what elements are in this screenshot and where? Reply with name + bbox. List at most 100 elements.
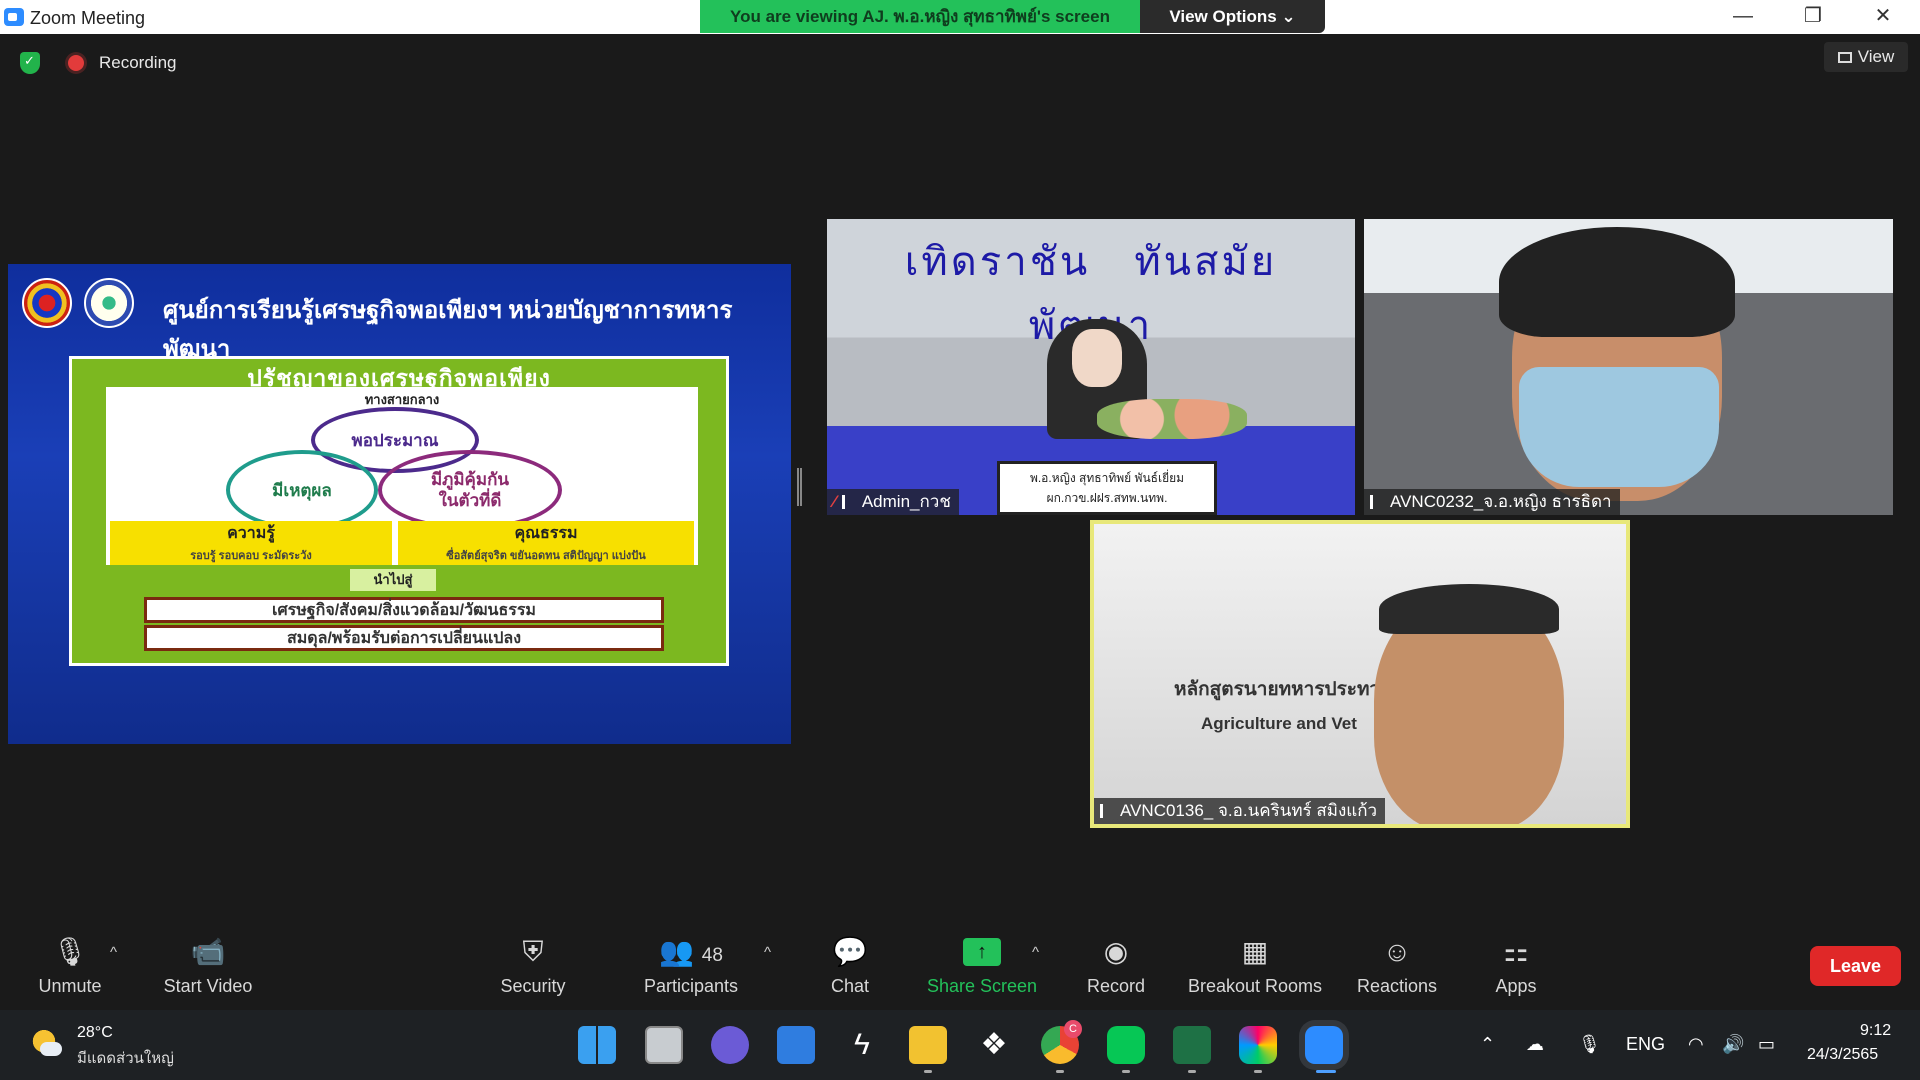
battery-icon[interactable]: ▭ xyxy=(1758,1034,1775,1055)
running-indicator xyxy=(1056,1070,1064,1073)
windows-taskbar: 28°C มีแดดส่วนใหญ่ ϟ ❖ C ⌃ ☁ 🎙 ENG ◠ 🔊 ▭… xyxy=(0,1010,1920,1080)
mic-muted-icon: 🎙 xyxy=(52,936,88,967)
task-view-icon[interactable] xyxy=(645,1026,683,1064)
participant-name: AVNC0136_ จ.อ.นครินทร์ สมิงแก้ว xyxy=(1120,801,1378,820)
window-title: Zoom Meeting xyxy=(30,8,146,28)
start-menu-icon[interactable] xyxy=(578,1026,616,1064)
volume-icon[interactable]: 🔊 xyxy=(1722,1034,1744,1055)
chrome-profile-badge: C xyxy=(1064,1020,1082,1038)
close-button[interactable]: ✕ xyxy=(1850,0,1916,34)
audio-options-caret[interactable]: ^ xyxy=(110,944,117,961)
clock-time[interactable]: 9:12 xyxy=(1860,1022,1891,1040)
outcome-1: เศรษฐกิจ/สังคม/สิ่งแวดล้อม/วัฒนธรรม xyxy=(144,597,664,623)
chat-label: Chat xyxy=(830,976,870,996)
participants-count: 48 xyxy=(701,945,723,966)
participants-icon: 👥 48 xyxy=(659,936,723,967)
background-title-en: Agriculture and Vet xyxy=(1201,714,1357,733)
record-label: Record xyxy=(1086,976,1146,996)
photos-icon[interactable] xyxy=(1239,1026,1277,1064)
running-indicator xyxy=(1254,1070,1262,1073)
running-indicator xyxy=(924,1070,932,1073)
participants-button[interactable]: 👥 48 Participants xyxy=(636,934,746,997)
apps-icon: ⚏ xyxy=(1503,936,1529,967)
running-indicator xyxy=(1122,1070,1130,1073)
weather-description[interactable]: มีแดดส่วนใหญ่ xyxy=(77,1046,174,1070)
desk-nameplate: พ.อ.หญิง สุทธาทิพย์ พันธ์เยี่ยม ผก.กวข.ฝ… xyxy=(997,461,1217,515)
title-bar: Zoom Meeting You are viewing AJ. พ.อ.หญิ… xyxy=(0,0,1920,34)
share-screen-arrow-icon: ↑ xyxy=(963,938,1001,966)
file-explorer-icon[interactable] xyxy=(909,1026,947,1064)
immunity-line1: มีภูมิคุ้มกัน xyxy=(430,470,510,489)
record-icon: ◉ xyxy=(1103,936,1129,967)
participant-name-label: ⁄ Admin_กวช xyxy=(827,489,959,515)
reactions-button[interactable]: ☺ Reactions xyxy=(1352,934,1442,997)
language-indicator[interactable]: ENG xyxy=(1626,1034,1665,1055)
weather-sun-cloud-icon[interactable] xyxy=(32,1030,62,1058)
unmute-button[interactable]: 🎙 Unmute xyxy=(30,934,110,997)
excel-icon[interactable] xyxy=(1173,1026,1211,1064)
dropbox-icon[interactable]: ❖ xyxy=(975,1026,1013,1064)
show-hidden-icons-chevron[interactable]: ⌃ xyxy=(1480,1034,1495,1055)
participants-label: Participants xyxy=(643,976,739,996)
slide-diagram: ทางสายกลาง พอประมาณ มีเหตุผล มีภูมิคุ้มก… xyxy=(106,387,698,565)
participant-hair xyxy=(1379,584,1559,634)
start-video-button[interactable]: 📹 Start Video xyxy=(158,934,258,997)
zoom-taskbar-icon[interactable] xyxy=(1305,1026,1343,1064)
knowledge-title: ความรู้ xyxy=(227,525,275,542)
virtue-title: คุณธรรม xyxy=(514,525,578,542)
share-screen-label: Share Screen xyxy=(926,976,1038,996)
participant-name-label: AVNC0136_ จ.อ.นครินทร์ สมิงแก้ว xyxy=(1094,798,1386,824)
minimize-button[interactable]: — xyxy=(1710,0,1776,34)
weather-temperature[interactable]: 28°C xyxy=(77,1024,113,1042)
grid-icon xyxy=(1837,52,1852,63)
video-tile-avnc0136-active-speaker[interactable]: หลักสูตรนายทหารประทวน Agriculture and Ve… xyxy=(1090,520,1630,828)
apps-label: Apps xyxy=(1495,976,1537,996)
zoom-app-icon xyxy=(4,8,24,26)
line-app-icon[interactable] xyxy=(1107,1026,1145,1064)
pin-icon xyxy=(1100,804,1110,818)
face-mask xyxy=(1519,367,1719,487)
app-lightning-icon[interactable]: ϟ xyxy=(843,1026,881,1064)
microphone-icon[interactable]: 🎙 xyxy=(1578,1034,1601,1055)
reason-circle: มีเหตุผล xyxy=(226,450,378,530)
smiley-add-icon: ☺ xyxy=(1382,936,1412,967)
breakout-rooms-button[interactable]: ▦ Breakout Rooms xyxy=(1185,934,1325,997)
participants-options-caret[interactable]: ^ xyxy=(764,944,771,961)
unit-logo-right xyxy=(84,278,134,328)
chat-button[interactable]: 💬 Chat xyxy=(820,934,880,997)
apps-button[interactable]: ⚏ Apps xyxy=(1488,934,1544,997)
onedrive-cloud-icon[interactable]: ☁ xyxy=(1526,1034,1544,1055)
view-options-button[interactable]: View Options ⌄ xyxy=(1140,0,1325,33)
video-tile-admin[interactable]: เทิดราชัน ทันสมัย พัฒนา พ.อ.หญิง สุทธาทิ… xyxy=(827,219,1355,515)
virtue-sub: ซื่อสัตย์สุจริต ขยันอดทน สติปัญญา แบ่งปั… xyxy=(446,550,646,562)
start-video-label: Start Video xyxy=(163,976,253,996)
virtue-box: คุณธรรม ซื่อสัตย์สุจริต ขยันอดทน สติปัญญ… xyxy=(398,521,694,565)
view-button[interactable]: View xyxy=(1824,42,1908,72)
video-tile-avnc0232[interactable]: AVNC0232_จ.อ.หญิง ธารธิดา xyxy=(1364,219,1893,515)
shared-screen[interactable]: ศูนย์การเรียนรู้เศรษฐกิจพอเพียงฯ หน่วยบั… xyxy=(8,264,791,744)
immunity-circle: มีภูมิคุ้มกัน ในตัวที่ดี xyxy=(378,450,562,530)
restore-button[interactable]: ❐ xyxy=(1780,0,1846,34)
nameplate-line2: ผก.กวข.ฝฝร.สทพ.นทพ. xyxy=(1046,491,1168,505)
security-shield-icon[interactable] xyxy=(20,52,40,74)
wifi-icon[interactable]: ◠ xyxy=(1688,1034,1704,1055)
background-title-th: หลักสูตรนายทหารประทวน xyxy=(1174,679,1394,700)
clock-date[interactable]: 24/3/2565 xyxy=(1807,1046,1878,1064)
outcome-2: สมดุล/พร้อมรับต่อการเปลี่ยนแปลง xyxy=(144,625,664,651)
mail-icon[interactable] xyxy=(777,1026,815,1064)
reactions-label: Reactions xyxy=(1356,976,1438,996)
participant-name: Admin_กวช xyxy=(861,492,951,511)
breakout-rooms-label: Breakout Rooms xyxy=(1187,976,1323,996)
leads-to-label: นำไปสู่ xyxy=(350,569,436,591)
knowledge-sub: รอบรู้ รอบคอบ ระมัดระวัง xyxy=(190,550,312,562)
teams-chat-icon[interactable] xyxy=(711,1026,749,1064)
unit-logo-left xyxy=(22,278,72,328)
share-options-caret[interactable]: ^ xyxy=(1032,944,1039,961)
leave-button[interactable]: Leave xyxy=(1810,946,1901,986)
split-divider-handle[interactable] xyxy=(797,468,802,506)
share-screen-button[interactable]: ↑ Share Screen xyxy=(922,934,1042,997)
record-button[interactable]: ◉ Record xyxy=(1080,934,1152,997)
security-button[interactable]: ⛨ Security xyxy=(490,934,576,997)
mic-muted-icon: ⁄ xyxy=(833,492,836,511)
security-label: Security xyxy=(500,976,566,996)
